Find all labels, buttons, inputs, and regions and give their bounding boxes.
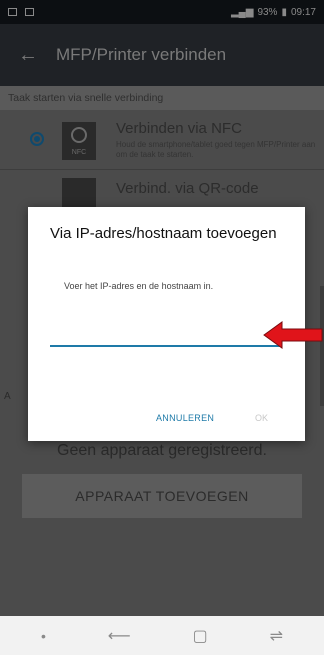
- add-device-button[interactable]: APPARAAT TOEVOEGEN: [22, 474, 302, 518]
- cancel-button[interactable]: ANNULEREN: [156, 413, 214, 423]
- dialog-message: Voer het IP-adres en de hostnaam in.: [64, 281, 214, 291]
- nfc-icon-label: NFC: [71, 149, 87, 156]
- nfc-option[interactable]: NFC Verbinden via NFC Houd de smartphone…: [0, 110, 324, 170]
- annotation-arrow-icon: [263, 321, 323, 349]
- nfc-option-description: Houd de smartphone/tablet goed tegen MFP…: [116, 140, 316, 159]
- app-bar: ← MFP/Printer verbinden: [0, 24, 324, 86]
- battery-percent: 93%: [257, 6, 278, 18]
- home-nav-icon[interactable]: ▢: [193, 626, 208, 646]
- back-nav-icon[interactable]: ⟵: [108, 626, 131, 646]
- status-bar: ▂▄▆ 93% ▮ 09:17: [0, 0, 324, 24]
- page-title: MFP/Printer verbinden: [56, 45, 227, 64]
- dialog-title: Via IP-adres/hostnaam toevoegen: [50, 225, 277, 242]
- image-notification-icon: [25, 8, 34, 16]
- qr-code-icon: [62, 178, 96, 210]
- ip-hostname-input[interactable]: [50, 319, 280, 347]
- nfc-radio-button[interactable]: [30, 132, 44, 146]
- section-header: Taak starten via snelle verbinding: [0, 86, 324, 110]
- ok-button[interactable]: OK: [255, 413, 268, 423]
- system-nav-bar: • ⟵ ▢ ⇌: [0, 616, 324, 655]
- battery-icon: ▮: [281, 6, 287, 18]
- notification-icon: [8, 8, 17, 16]
- clock: 09:17: [290, 6, 316, 18]
- qr-option-title: Verbind. via QR-code: [116, 180, 259, 197]
- nfc-icon: NFC: [62, 122, 96, 160]
- section-label-fragment: A: [4, 391, 11, 402]
- recents-nav-icon[interactable]: ⇌: [270, 626, 283, 646]
- nfc-option-title: Verbinden via NFC: [116, 120, 242, 137]
- nav-dot-icon: •: [40, 627, 46, 644]
- no-devices-text: Geen apparaat geregistreerd.: [57, 442, 267, 459]
- back-arrow-icon[interactable]: ←: [18, 44, 38, 67]
- qr-option[interactable]: Verbind. via QR-code: [0, 170, 324, 210]
- signal-icon: ▂▄▆: [230, 6, 254, 18]
